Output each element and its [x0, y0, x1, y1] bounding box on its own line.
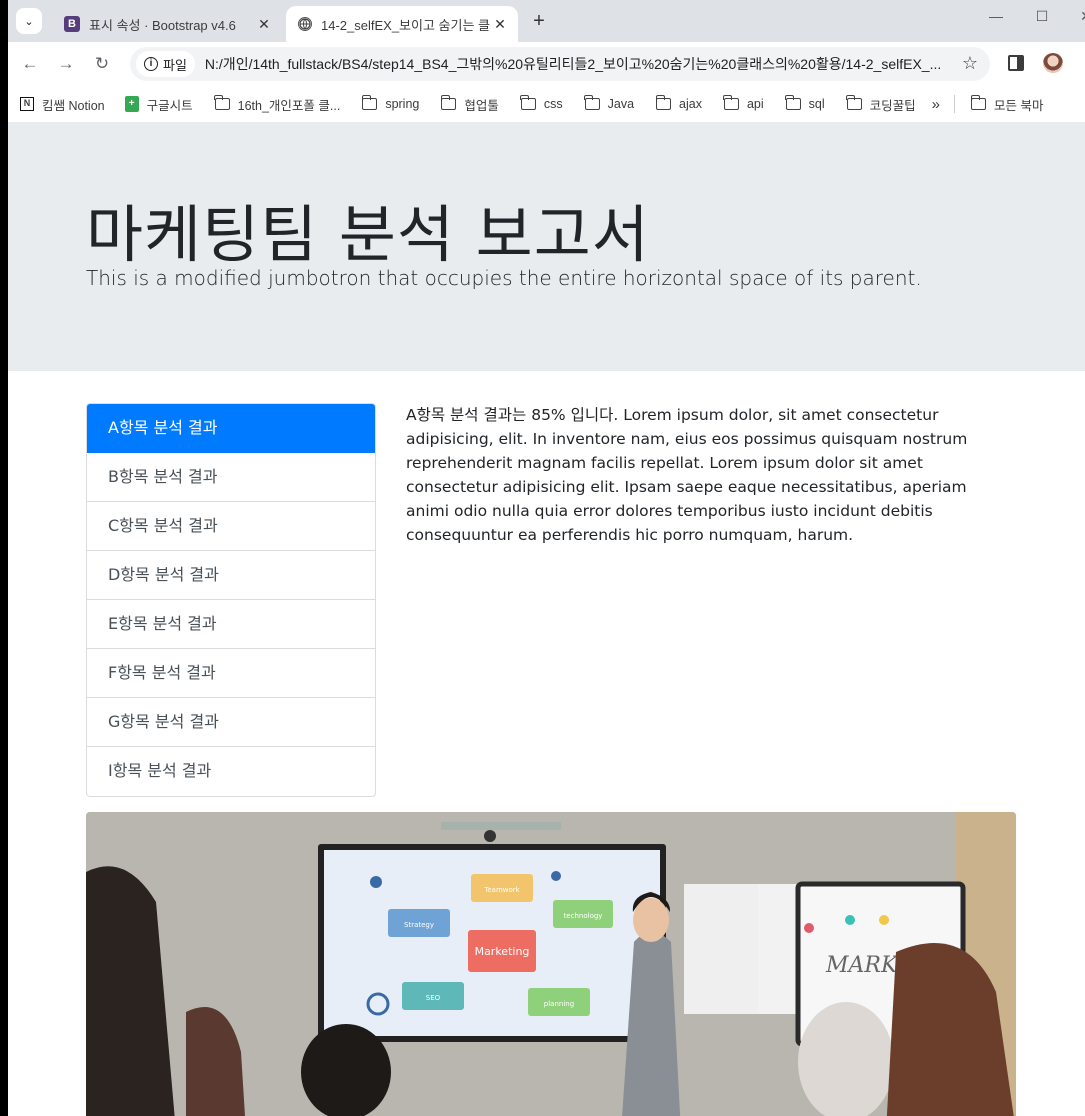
star-icon[interactable]: ☆ — [962, 53, 978, 74]
list-item-e[interactable]: E항목 분석 결과 — [87, 600, 375, 649]
folder-icon — [520, 95, 536, 110]
tab-bootstrap-docs[interactable]: B 표시 속성 · Bootstrap v4.6 ✕ — [52, 6, 282, 42]
folder-icon — [214, 95, 230, 110]
side-panel-icon[interactable] — [1008, 55, 1024, 71]
folder-icon — [723, 95, 739, 110]
bookmark-item[interactable]: N 킴쌤 Notion — [20, 95, 105, 114]
reload-icon[interactable]: ↻ — [90, 52, 114, 76]
tab-strip: ⌄ B 표시 속성 · Bootstrap v4.6 ✕ 14-2_selfEX… — [8, 0, 1085, 42]
list-item-i[interactable]: I항목 분석 결과 — [87, 747, 375, 796]
folder-icon — [655, 95, 672, 110]
bookmark-label: 코딩꿀팁 — [869, 98, 916, 113]
folder-icon — [584, 95, 600, 110]
minimize-button[interactable]: — — [976, 8, 1016, 24]
bookmark-label: 협업툴 — [464, 98, 499, 113]
bookmark-item[interactable]: sql — [785, 95, 825, 111]
site-info-button[interactable]: i 파일 — [136, 51, 195, 77]
bookmark-item[interactable]: 협업툴 — [440, 95, 499, 114]
bookmark-item[interactable]: 코딩꿀팁 — [846, 95, 916, 114]
folder-icon — [361, 95, 378, 110]
bookmark-item[interactable]: css — [520, 95, 563, 111]
back-icon[interactable]: ← — [18, 52, 42, 76]
maximize-button[interactable]: ☐ — [1022, 8, 1062, 25]
list-item-c[interactable]: C항목 분석 결과 — [87, 502, 375, 551]
list-item-f[interactable]: F항목 분석 결과 — [87, 649, 375, 698]
bookmarks-bar: N 킴쌤 Notion + 구글시트 16th_개인포폴 클... spring 협… — [8, 86, 1085, 122]
bookmark-label: 16th_개인포폴 클... — [237, 98, 341, 113]
forward-icon[interactable]: → — [54, 52, 78, 76]
avatar[interactable] — [1043, 53, 1063, 73]
jumbotron: 마케팅팀 분석 보고서 This is a modified jumbotron… — [8, 122, 1085, 371]
bookmark-label: Java — [607, 97, 635, 111]
list-item-g[interactable]: G항목 분석 결과 — [87, 698, 375, 747]
close-icon[interactable]: ✕ — [254, 16, 274, 33]
analysis-list-group: A항목 분석 결과 B항목 분석 결과 C항목 분석 결과 D항목 분석 결과 … — [86, 403, 376, 797]
sheets-icon: + — [124, 96, 139, 112]
meeting-photo: Teamwork Strategy technology Marketing S… — [86, 812, 1016, 1116]
notion-icon: N — [20, 97, 34, 111]
globe-icon — [298, 17, 312, 31]
bookmark-label: sql — [808, 97, 825, 111]
bookmark-label: css — [543, 97, 563, 111]
tab-title: 표시 속성 · Bootstrap v4.6 — [89, 17, 236, 33]
folder-icon — [440, 95, 457, 110]
screen-tile-text: planning — [544, 1000, 574, 1008]
bookmark-item[interactable]: 16th_개인포폴 클... — [214, 95, 341, 114]
browser-chrome: ⌄ B 표시 속성 · Bootstrap v4.6 ✕ 14-2_selfEX… — [8, 0, 1085, 122]
bookmarks-overflow-icon[interactable]: » — [932, 96, 940, 113]
bookmark-label: spring — [385, 97, 420, 111]
page-title: 마케팅팀 분석 보고서 — [86, 198, 650, 271]
all-bookmarks-button[interactable]: 모든 북마 — [970, 95, 1044, 114]
bookmark-label: 구글시트 — [146, 98, 193, 113]
url-text[interactable]: N:/개인/14th_fullstack/BS4/step14_BS4_그밖의%… — [205, 54, 953, 74]
bookmark-label: 모든 북마 — [994, 98, 1044, 113]
site-info-label: 파일 — [163, 57, 187, 73]
tab-selfex[interactable]: 14-2_selfEX_보이고 숨기는 클래 ✕ — [286, 6, 518, 42]
list-item-b[interactable]: B항목 분석 결과 — [87, 453, 375, 502]
bookmark-item[interactable]: spring — [361, 95, 420, 111]
bookmark-label: api — [746, 97, 764, 111]
tab-search-button[interactable]: ⌄ — [16, 8, 42, 34]
page-viewport: 마케팅팀 분석 보고서 This is a modified jumbotron… — [8, 122, 1085, 1116]
info-icon: i — [144, 57, 158, 71]
divider — [954, 95, 955, 113]
close-icon[interactable]: ✕ — [490, 16, 510, 33]
list-item-d[interactable]: D항목 분석 결과 — [87, 551, 375, 600]
screen-tile-text: Teamwork — [483, 886, 520, 894]
list-item-a[interactable]: A항목 분석 결과 — [87, 404, 375, 453]
jumbotron-lead: This is a modified jumbotron that occupi… — [86, 266, 922, 290]
bookmark-label: 킴쌤 Notion — [42, 98, 105, 113]
address-bar[interactable]: i 파일 N:/개인/14th_fullstack/BS4/step14_BS4… — [130, 47, 990, 81]
new-tab-button[interactable]: + — [528, 10, 550, 32]
screen-tile-text: Marketing — [475, 945, 530, 958]
bootstrap-icon: B — [64, 16, 80, 32]
bookmark-item[interactable]: ajax — [655, 95, 702, 111]
bookmark-label: ajax — [679, 97, 702, 111]
screen-tile-text: Strategy — [404, 921, 434, 929]
folder-icon — [846, 95, 862, 110]
bookmark-item[interactable]: + 구글시트 — [124, 95, 193, 114]
chevron-down-icon: ⌄ — [24, 15, 34, 28]
folder-icon — [970, 95, 986, 110]
folder-icon — [785, 95, 801, 110]
bookmark-item[interactable]: Java — [584, 95, 635, 111]
window-edge — [0, 0, 8, 1116]
close-window-button[interactable]: ✕ — [1066, 8, 1085, 25]
screen-tile-text: technology — [564, 912, 603, 920]
bookmark-item[interactable]: api — [723, 95, 764, 111]
tab-title: 14-2_selfEX_보이고 숨기는 클래 — [321, 17, 490, 33]
toolbar: ← → ↻ i 파일 N:/개인/14th_fullstack/BS4/step… — [8, 42, 1085, 86]
analysis-content: A항목 분석 결과는 85% 입니다. Lorem ipsum dolor, s… — [406, 406, 968, 544]
screen-tile-text: SEO — [426, 994, 441, 1002]
